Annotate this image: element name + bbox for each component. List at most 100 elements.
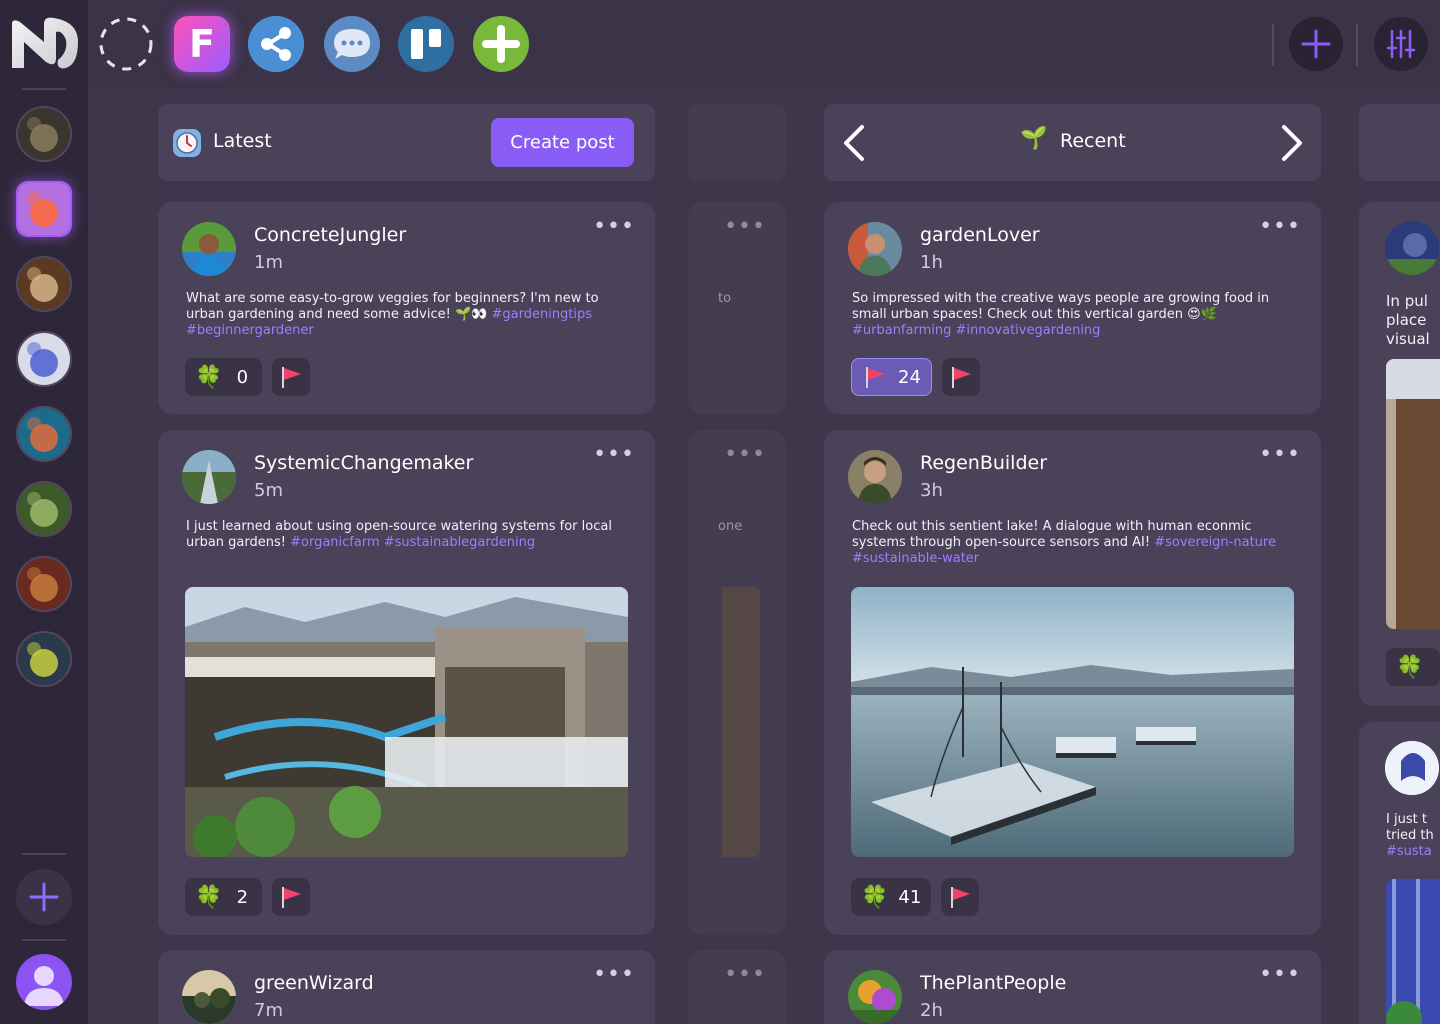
create-post-button[interactable]: Create post [491, 118, 634, 167]
app-logo-icon[interactable] [8, 12, 80, 72]
partial-post-body: I just t tried th #susta [1386, 812, 1434, 860]
author-username[interactable]: ConcreteJungler [254, 224, 406, 246]
post-time: 2h [920, 1000, 943, 1021]
flag-button[interactable] [272, 878, 311, 916]
post-text: So impressed with the creative ways peop… [852, 291, 1270, 322]
author-avatar[interactable] [182, 450, 236, 504]
author-avatar[interactable] [848, 222, 902, 276]
chevron-right-icon[interactable] [1274, 124, 1308, 162]
more-options-icon[interactable]: ••• [724, 214, 766, 239]
author-avatar[interactable] [1385, 741, 1439, 795]
spaces-sidebar [0, 0, 88, 1024]
space-thumbnail-icon [18, 633, 70, 685]
more-options-icon[interactable]: ••• [593, 214, 635, 239]
more-options-icon[interactable]: ••• [593, 962, 635, 987]
post-time: 5m [254, 480, 283, 501]
post-card: gardenLover 1h ••• So impressed with the… [824, 202, 1321, 414]
partial-post-card[interactable]: I just t tried th #susta [1359, 722, 1440, 1024]
author-avatar[interactable] [848, 450, 902, 504]
more-options-icon[interactable]: ••• [593, 442, 635, 467]
reaction-count: 41 [898, 886, 922, 908]
author-username[interactable]: ThePlantPeople [920, 972, 1066, 994]
reaction-button[interactable]: 🍀 2 [185, 878, 263, 916]
recent-column-header: 🌱 Recent [824, 104, 1321, 181]
more-options-icon[interactable]: ••• [724, 442, 766, 467]
partial-post-text: to [718, 291, 732, 306]
partial-post-text: I just t [1386, 812, 1427, 827]
settings-sliders-button[interactable] [1374, 17, 1428, 71]
feed-app-icon[interactable]: F [174, 16, 230, 72]
space-avatar-5[interactable] [16, 406, 72, 462]
add-app-icon[interactable] [473, 16, 529, 72]
clock-icon [173, 129, 201, 157]
author-username[interactable]: gardenLover [920, 224, 1040, 246]
post-time: 1m [254, 252, 283, 273]
feed-app-letter: F [189, 22, 215, 66]
post-card: ConcreteJungler 1m ••• What are some eas… [158, 202, 655, 414]
flag-reaction-button[interactable]: 24 [851, 358, 932, 396]
post-time: 7m [254, 1000, 283, 1021]
space-avatar-4[interactable] [16, 331, 72, 387]
post-hashtags[interactable]: #urbanfarming #innovativegardening [852, 323, 1100, 338]
space-avatar-7[interactable] [16, 556, 72, 612]
add-button[interactable] [1289, 17, 1343, 71]
sidebar-divider [22, 939, 66, 941]
author-avatar[interactable] [182, 222, 236, 276]
partial-post-card[interactable]: ••• to [688, 202, 786, 414]
loading-placeholder-icon[interactable] [98, 16, 154, 72]
more-options-icon[interactable]: ••• [1259, 962, 1301, 987]
author-avatar[interactable] [182, 970, 236, 1024]
author-username[interactable]: greenWizard [254, 972, 374, 994]
post-body: So impressed with the creative ways peop… [852, 291, 1291, 339]
sliders-icon [1386, 29, 1416, 59]
reaction-button[interactable]: 🍀 0 [185, 358, 263, 396]
sidebar-divider [22, 853, 66, 855]
partial-post-hashtags[interactable]: #susta [1386, 844, 1434, 860]
flag-button[interactable] [941, 358, 980, 396]
space-thumbnail-icon [18, 183, 70, 235]
share-app-icon[interactable] [248, 16, 304, 72]
chevron-left-icon[interactable] [838, 124, 872, 162]
partial-post-card[interactable]: ••• one [688, 430, 786, 935]
reaction-button[interactable]: 🍀 [1386, 648, 1440, 686]
post-image[interactable] [185, 587, 628, 857]
author-username[interactable]: SystemicChangemaker [254, 452, 473, 474]
partial-post-image[interactable] [1386, 879, 1440, 1024]
author-username[interactable]: RegenBuilder [920, 452, 1047, 474]
partial-post-card[interactable]: ••• [688, 950, 786, 1024]
post-time: 1h [920, 252, 943, 273]
post-card: RegenBuilder 3h ••• Check out this senti… [824, 430, 1321, 935]
space-thumbnail-icon [18, 408, 70, 460]
partial-post-image [722, 587, 760, 857]
chat-app-icon[interactable] [324, 16, 380, 72]
more-options-icon[interactable]: ••• [724, 962, 766, 987]
partial-post-text: In pul [1386, 292, 1428, 310]
topbar-divider [1356, 24, 1358, 66]
board-app-icon[interactable] [398, 16, 454, 72]
partial-post-card[interactable]: In pul place visual 🍀 [1359, 202, 1440, 706]
space-avatar-6[interactable] [16, 481, 72, 537]
space-thumbnail-icon [18, 558, 70, 610]
more-options-icon[interactable]: ••• [1259, 442, 1301, 467]
sidebar-divider [22, 88, 66, 90]
author-avatar[interactable] [1385, 221, 1439, 275]
reaction-button[interactable]: 🍀 41 [851, 878, 932, 916]
plus-icon [29, 882, 59, 912]
space-avatar-2[interactable] [16, 181, 72, 237]
partial-post-image[interactable] [1386, 359, 1440, 629]
post-hashtags[interactable]: #organicfarm #sustainablegardening [290, 535, 535, 550]
post-image[interactable] [851, 587, 1294, 857]
space-avatar-1[interactable] [16, 106, 72, 162]
more-options-icon[interactable]: ••• [1259, 214, 1301, 239]
space-thumbnail-icon [18, 258, 70, 310]
space-avatar-8[interactable] [16, 631, 72, 687]
flag-button[interactable] [272, 358, 311, 396]
reaction-count: 2 [236, 886, 249, 908]
latest-column-header: Latest Create post [158, 104, 655, 181]
flag-button[interactable] [941, 878, 980, 916]
space-avatar-3[interactable] [16, 256, 72, 312]
post-card: ThePlantPeople 2h ••• [824, 950, 1321, 1024]
user-avatar[interactable] [16, 954, 72, 1010]
author-avatar[interactable] [848, 970, 902, 1024]
add-space-button[interactable] [16, 869, 72, 925]
